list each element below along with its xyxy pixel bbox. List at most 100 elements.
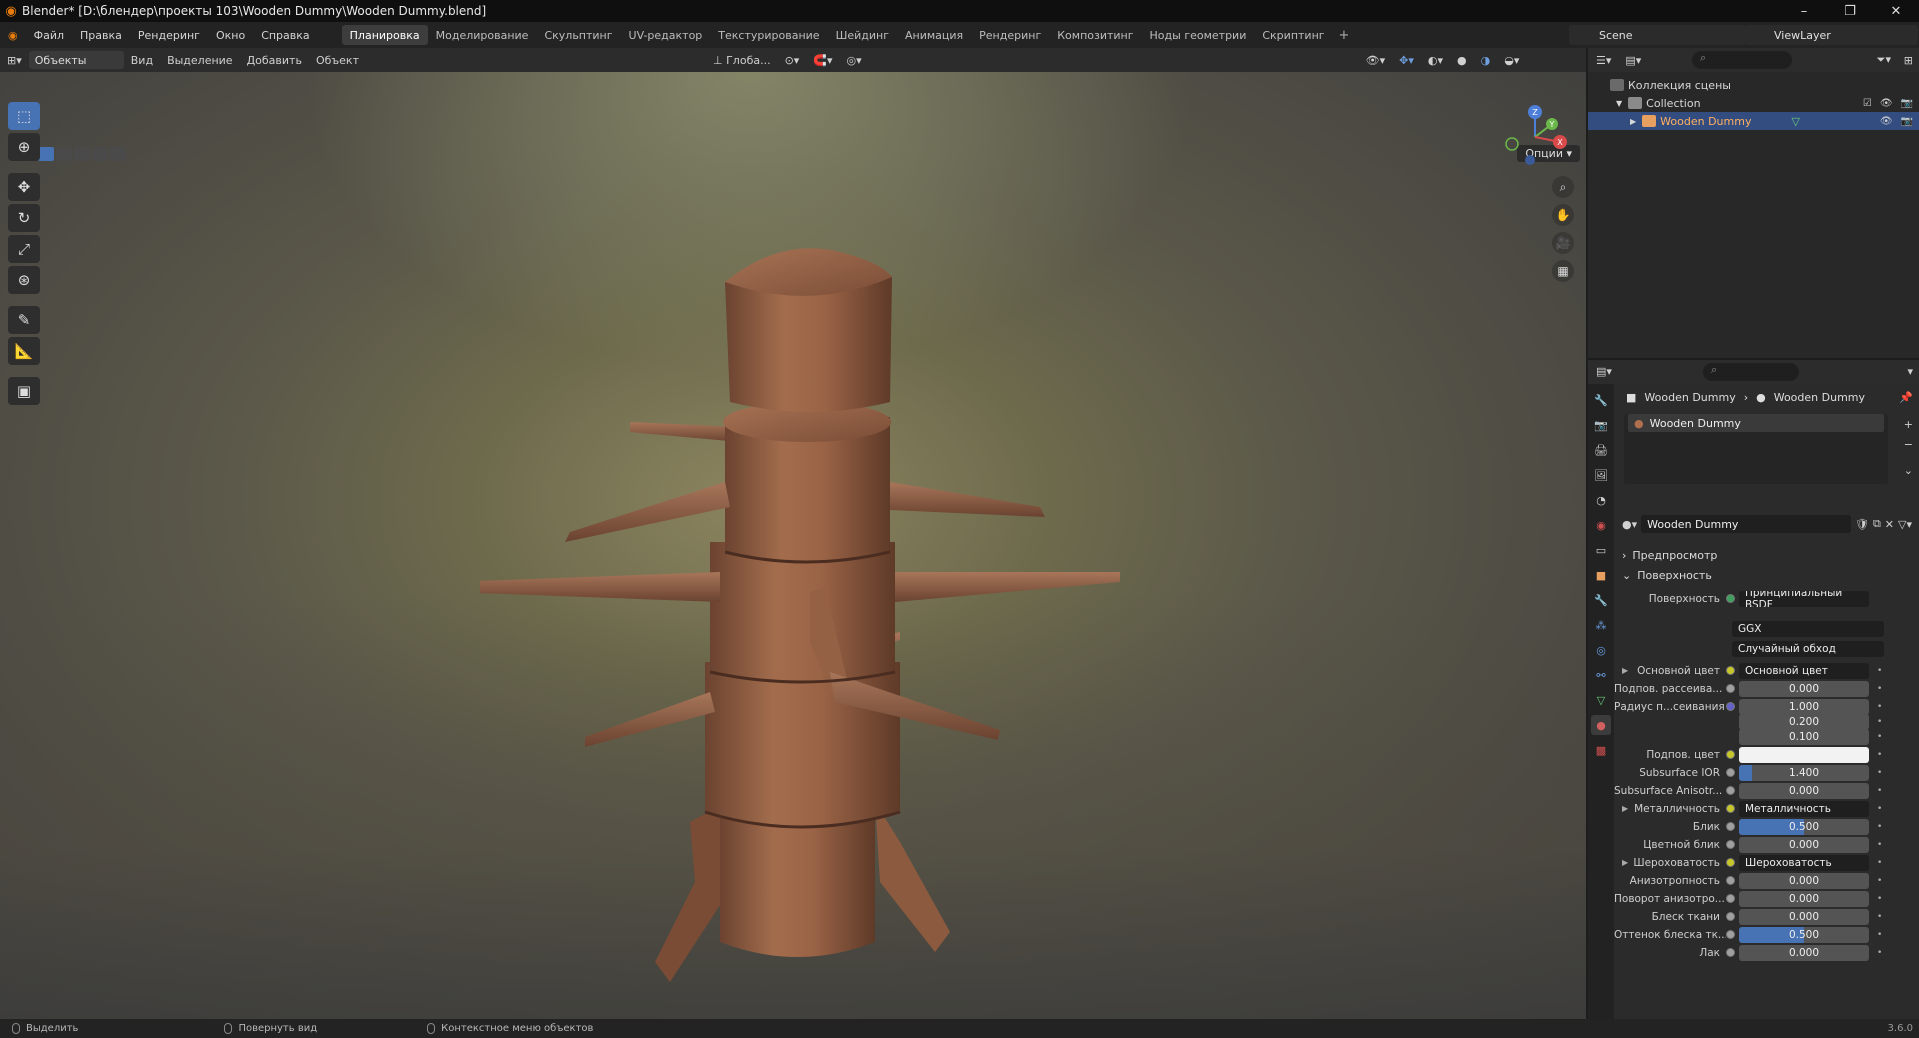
snap-icon[interactable]: 🧲▾: [806, 54, 839, 67]
menu-file[interactable]: Файл: [26, 29, 72, 42]
expand-arrow-icon[interactable]: ▶: [1622, 858, 1628, 867]
value-slider[interactable]: 0.000: [1739, 782, 1869, 799]
tab-geometry-nodes[interactable]: Ноды геометрии: [1142, 25, 1255, 45]
move-tool-icon[interactable]: ✥: [8, 173, 40, 201]
input-socket-icon[interactable]: [1726, 894, 1735, 903]
keyframe-dot-icon[interactable]: •: [1877, 894, 1887, 904]
overlay-toggle-icon[interactable]: ◐▾: [1421, 54, 1450, 67]
input-socket-icon[interactable]: [1726, 930, 1735, 939]
select-extend-icon[interactable]: [56, 147, 72, 161]
visibility-icon[interactable]: 👁▾: [1359, 54, 1393, 67]
rotate-tool-icon[interactable]: ↻: [8, 204, 40, 232]
output-tab-icon[interactable]: 🖨: [1591, 440, 1611, 460]
value-slider[interactable]: 0.000: [1739, 872, 1869, 889]
properties-search-input[interactable]: ⌕: [1703, 363, 1799, 381]
material-slot-list[interactable]: ● Wooden Dummy: [1624, 414, 1888, 484]
input-socket-icon[interactable]: [1726, 804, 1735, 813]
linked-input-field[interactable]: Металличность: [1739, 800, 1869, 817]
material-browse-icon[interactable]: ●▾: [1622, 518, 1637, 531]
input-socket-icon[interactable]: [1726, 822, 1735, 831]
collection-tab-icon[interactable]: ▭: [1591, 540, 1611, 560]
input-socket-icon[interactable]: [1726, 948, 1735, 957]
select-invert-icon[interactable]: [92, 147, 108, 161]
view-layer-selector[interactable]: ViewLayer: [1744, 25, 1918, 45]
tool-tab-icon[interactable]: 🔧: [1591, 390, 1611, 410]
input-socket-icon[interactable]: [1726, 840, 1735, 849]
keyframe-dot-icon[interactable]: •: [1877, 858, 1887, 868]
keyframe-dot-icon[interactable]: •: [1877, 786, 1887, 796]
input-socket-icon[interactable]: [1726, 750, 1735, 759]
tab-layout[interactable]: Планировка: [341, 25, 428, 45]
input-socket-icon[interactable]: [1726, 768, 1735, 777]
view-layer-tab-icon[interactable]: 🖼: [1591, 465, 1611, 485]
tab-rendering[interactable]: Рендеринг: [971, 25, 1049, 45]
cursor-tool-icon[interactable]: ⊕: [8, 133, 40, 161]
scale-tool-icon[interactable]: ⤢: [8, 235, 40, 263]
keyframe-dot-icon[interactable]: •: [1877, 876, 1887, 886]
constraints-tab-icon[interactable]: ⚯: [1591, 665, 1611, 685]
unlink-material-icon[interactable]: ✕: [1885, 518, 1894, 531]
value-slider[interactable]: 0.000: [1739, 908, 1869, 925]
scene-tab-icon[interactable]: ◔: [1591, 490, 1611, 510]
input-socket-icon[interactable]: [1726, 912, 1735, 921]
shading-render-icon[interactable]: ◒▾: [1497, 54, 1526, 67]
add-cube-tool-icon[interactable]: ▣: [8, 377, 40, 405]
keyframe-dot-icon[interactable]: •: [1877, 750, 1887, 760]
perspective-grid-icon[interactable]: ▦: [1552, 260, 1574, 282]
menu-add[interactable]: Добавить: [240, 54, 309, 67]
input-socket-icon[interactable]: [1726, 786, 1735, 795]
expand-arrow-icon[interactable]: ▶: [1630, 117, 1636, 126]
preview-section-header[interactable]: › Предпросмотр: [1622, 546, 1912, 564]
value-slider[interactable]: 0.500: [1739, 818, 1869, 835]
collapse-arrow-icon[interactable]: ▼: [1616, 99, 1622, 108]
tab-sculpting[interactable]: Скульптинг: [536, 25, 620, 45]
input-socket-icon[interactable]: [1726, 684, 1735, 693]
distribution-dropdown[interactable]: GGX: [1732, 620, 1884, 637]
menu-window[interactable]: Окно: [208, 29, 253, 42]
keyframe-dot-icon[interactable]: •: [1877, 732, 1887, 742]
tab-texture-paint[interactable]: Текстурирование: [710, 25, 827, 45]
tab-shading[interactable]: Шейдинг: [828, 25, 897, 45]
camera-icon[interactable]: 📷: [1901, 116, 1913, 127]
menu-render[interactable]: Рендеринг: [130, 29, 208, 42]
menu-object[interactable]: Объект: [309, 54, 366, 67]
world-tab-icon[interactable]: ◉: [1591, 515, 1611, 535]
close-button[interactable]: ✕: [1873, 0, 1919, 22]
filter-icon[interactable]: ⏷▾: [1877, 53, 1891, 67]
tab-scripting[interactable]: Скриптинг: [1254, 25, 1332, 45]
pin-icon[interactable]: 📌: [1899, 391, 1913, 404]
maximize-button[interactable]: ❐: [1827, 0, 1873, 22]
menu-select[interactable]: Выделение: [160, 54, 240, 67]
keyframe-dot-icon[interactable]: •: [1877, 840, 1887, 850]
tab-compositing[interactable]: Композитинг: [1049, 25, 1141, 45]
value-slider[interactable]: 1.400: [1739, 764, 1869, 781]
display-mode-icon[interactable]: ▤▾: [1625, 54, 1641, 67]
shader-socket-icon[interactable]: [1726, 594, 1735, 603]
mesh-data-icon[interactable]: ▽: [1791, 115, 1799, 128]
transform-orientation-dropdown[interactable]: ⊥ Глоба...: [706, 54, 778, 67]
gizmo-neg-z[interactable]: [1525, 155, 1535, 165]
keyframe-dot-icon[interactable]: •: [1877, 930, 1887, 940]
value-slider[interactable]: 0.000: [1739, 944, 1869, 961]
keyframe-dot-icon[interactable]: •: [1877, 666, 1887, 676]
material-slot-item[interactable]: ● Wooden Dummy: [1628, 414, 1884, 432]
proportional-edit-icon[interactable]: ◎▾: [840, 54, 869, 67]
outliner-collection[interactable]: ▼ Collection ☑ 👁 📷: [1588, 94, 1919, 112]
fake-user-icon[interactable]: 🛡: [1855, 518, 1869, 531]
menu-help[interactable]: Справка: [253, 29, 317, 42]
minimize-button[interactable]: –: [1781, 0, 1827, 22]
gizmo-neg-y[interactable]: [1505, 137, 1519, 151]
outliner-scene-collection[interactable]: Коллекция сцены: [1588, 76, 1919, 94]
value-slider[interactable]: 0.500: [1739, 926, 1869, 943]
eye-icon[interactable]: 👁: [1880, 116, 1893, 127]
keyframe-dot-icon[interactable]: •: [1877, 702, 1887, 712]
gizmo-toggle-icon[interactable]: ✥▾: [1392, 54, 1421, 67]
scene-selector[interactable]: Scene: [1569, 25, 1745, 45]
keyframe-dot-icon[interactable]: •: [1877, 822, 1887, 832]
input-socket-icon[interactable]: [1726, 666, 1735, 675]
remove-slot-button[interactable]: −: [1904, 438, 1913, 451]
pan-hand-icon[interactable]: ✋: [1552, 204, 1574, 226]
expand-arrow-icon[interactable]: ▶: [1622, 666, 1628, 675]
transform-tool-icon[interactable]: ⊛: [8, 266, 40, 294]
value-slider[interactable]: 0.000: [1739, 836, 1869, 853]
